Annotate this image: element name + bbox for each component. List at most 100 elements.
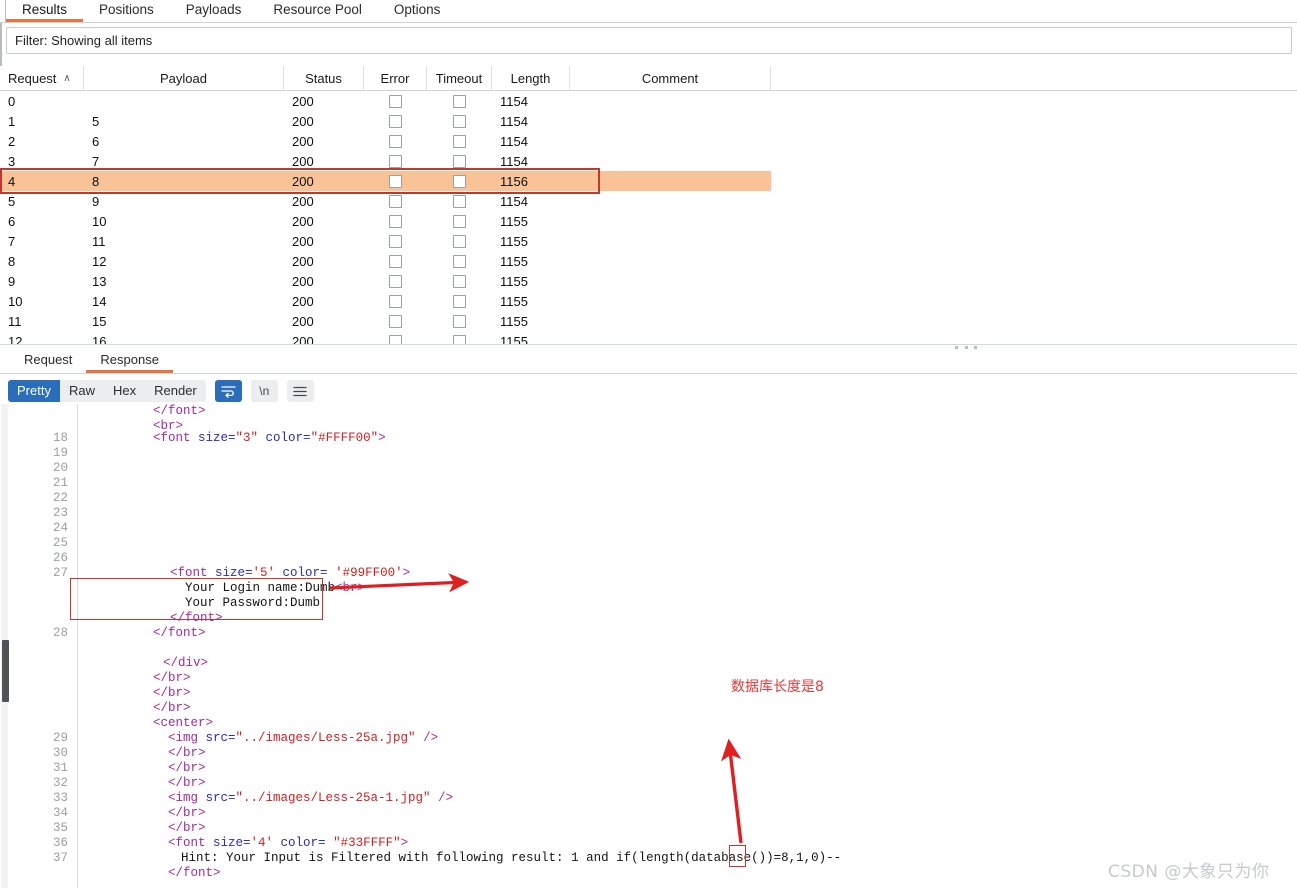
timeout-checkbox[interactable]	[453, 294, 466, 308]
error-checkbox[interactable]	[389, 174, 402, 188]
table-row[interactable]: 0 200 1154	[0, 91, 1297, 111]
cell-comment	[570, 91, 771, 111]
code-token: <center>	[153, 716, 214, 730]
cell-status: 200	[292, 313, 314, 329]
code-line: </br>	[78, 686, 191, 701]
line-number: 37	[52, 851, 68, 865]
tab-positions[interactable]: Positions	[83, 0, 170, 22]
error-checkbox[interactable]	[389, 314, 402, 328]
timeout-checkbox[interactable]	[453, 114, 466, 128]
table-row[interactable]: 10 14 200 1155	[0, 291, 1297, 311]
column-header-timeout[interactable]: Timeout	[427, 66, 492, 91]
response-code-viewer[interactable]: 18 19 20 21 22 23 24 25 26 27 28 29 30 31 32 33 34 35 36 37…	[0, 404, 1297, 888]
timeout-checkbox[interactable]	[453, 234, 466, 248]
column-header-length[interactable]: Length	[492, 66, 570, 91]
timeout-checkbox[interactable]	[453, 254, 466, 268]
cell-status: 200	[292, 113, 314, 129]
code-scrollbar-thumb[interactable]	[2, 640, 9, 702]
timeout-checkbox[interactable]	[453, 154, 466, 168]
error-checkbox[interactable]	[389, 194, 402, 208]
timeout-checkbox[interactable]	[453, 314, 466, 328]
cell-length: 1155	[500, 233, 528, 249]
code-line: <font size='5' color= '#99FF00'>	[78, 566, 410, 581]
tab-options[interactable]: Options	[378, 0, 457, 22]
error-checkbox[interactable]	[389, 114, 402, 128]
code-token: </font>	[153, 626, 206, 640]
column-header-payload[interactable]: Payload	[84, 66, 284, 91]
cell-comment	[570, 311, 771, 331]
error-checkbox[interactable]	[389, 274, 402, 288]
cell-status: 200	[292, 193, 314, 209]
view-mode-hex[interactable]: Hex	[103, 380, 146, 402]
column-header-error[interactable]: Error	[364, 66, 427, 91]
table-row[interactable]: 9 13 200 1155	[0, 271, 1297, 291]
column-header-comment[interactable]: Comment	[570, 66, 771, 91]
cell-comment	[570, 211, 771, 231]
timeout-checkbox[interactable]	[453, 174, 466, 188]
view-mode-render[interactable]: Render	[145, 380, 206, 402]
newline-toggle-button[interactable]: \n	[250, 380, 278, 402]
column-header-request[interactable]: Request ∧	[0, 66, 84, 91]
table-row[interactable]: 4 8 200 1156	[0, 171, 1297, 191]
error-checkbox[interactable]	[389, 214, 402, 228]
timeout-checkbox[interactable]	[453, 334, 466, 344]
cell-filler	[771, 231, 1297, 251]
filter-bar[interactable]: Filter: Showing all items	[6, 27, 1292, 54]
timeout-checkbox[interactable]	[453, 274, 466, 288]
error-checkbox[interactable]	[389, 334, 402, 344]
code-token: "#33FFFF"	[333, 836, 401, 850]
tab-payloads[interactable]: Payloads	[170, 0, 258, 22]
error-checkbox[interactable]	[389, 234, 402, 248]
view-mode-raw[interactable]: Raw	[59, 380, 104, 402]
table-row[interactable]: 3 7 200 1154	[0, 151, 1297, 171]
cell-filler	[771, 191, 1297, 211]
cell-status: 200	[292, 253, 314, 269]
cell-length: 1154	[500, 113, 528, 129]
column-header-status[interactable]: Status	[284, 66, 364, 91]
word-wrap-icon[interactable]	[214, 380, 242, 402]
code-token: />	[430, 791, 454, 805]
cell-payload: 10	[92, 213, 107, 229]
view-mode-pretty[interactable]: Pretty	[8, 380, 60, 402]
error-checkbox[interactable]	[389, 294, 402, 308]
cell-status: 200	[292, 273, 314, 289]
table-row[interactable]: 2 6 200 1154	[0, 131, 1297, 151]
cell-request: 8	[8, 253, 16, 269]
message-tab-bar: Request Response	[0, 350, 1297, 374]
code-content: </font> <br> <font size="3" color="#FFFF00…	[78, 404, 1297, 888]
code-line: <font size="3" color="#FFFF00">	[78, 431, 386, 446]
table-row[interactable]: 1 5 200 1154	[0, 111, 1297, 131]
tab-response[interactable]: Response	[86, 350, 173, 373]
error-checkbox[interactable]	[389, 134, 402, 148]
error-checkbox[interactable]	[389, 254, 402, 268]
cell-payload: 11	[92, 233, 106, 249]
tab-results[interactable]: Results	[6, 0, 84, 22]
line-number: 23	[52, 506, 68, 520]
table-row[interactable]: 7 11 200 1155	[0, 231, 1297, 251]
cell-error	[364, 331, 427, 344]
cell-error	[364, 251, 427, 271]
table-row[interactable]: 12 16 200 1155	[0, 331, 1297, 344]
table-row[interactable]: 8 12 200 1155	[0, 251, 1297, 271]
tab-request[interactable]: Request	[10, 350, 86, 373]
cell-length: 1155	[500, 313, 528, 329]
error-checkbox[interactable]	[389, 94, 402, 108]
tab-resource-pool[interactable]: Resource Pool	[257, 0, 378, 22]
cell-timeout	[427, 91, 492, 111]
hamburger-menu-icon[interactable]	[286, 380, 314, 402]
code-vertical-scrollbar[interactable]	[1, 404, 9, 888]
table-row[interactable]: 11 15 200 1155	[0, 311, 1297, 331]
table-row[interactable]: 5 9 200 1154	[0, 191, 1297, 211]
cell-length: 1154	[500, 153, 528, 169]
timeout-checkbox[interactable]	[453, 94, 466, 108]
cell-status: 200	[292, 213, 314, 229]
line-number: 19	[52, 446, 68, 460]
error-checkbox[interactable]	[389, 154, 402, 168]
timeout-checkbox[interactable]	[453, 214, 466, 228]
cell-payload: 7	[92, 153, 100, 169]
table-row[interactable]: 6 10 200 1155	[0, 211, 1297, 231]
cell-filler	[771, 251, 1297, 271]
timeout-checkbox[interactable]	[453, 134, 466, 148]
timeout-checkbox[interactable]	[453, 194, 466, 208]
code-line: <font size='4' color= "#33FFFF">	[78, 836, 408, 851]
